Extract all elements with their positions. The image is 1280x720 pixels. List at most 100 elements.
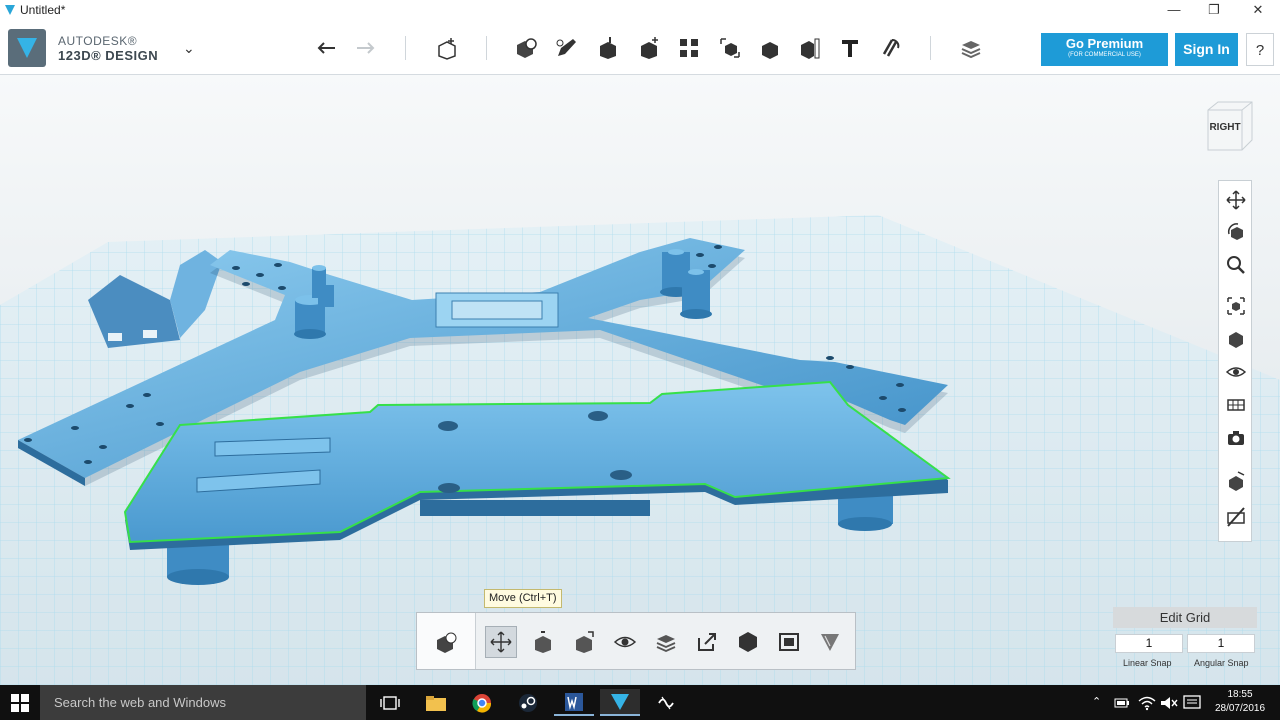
scale-cube-icon [535, 631, 551, 653]
task-view-icon [380, 695, 400, 710]
context-toolbar [416, 612, 856, 670]
perspective-button[interactable] [1225, 328, 1247, 350]
edit-grid-panel: Edit Grid 1 1 Linear Snap Angular Snap [1113, 607, 1257, 673]
clock-date: 28/07/2016 [1214, 703, 1266, 714]
fit-button[interactable] [1225, 295, 1247, 317]
3d-viewport[interactable] [0, 75, 1280, 685]
undo-button[interactable] [310, 32, 342, 64]
app-taskbar-button[interactable] [646, 689, 686, 716]
move-arrows-icon [490, 631, 512, 653]
more-tools-button[interactable] [814, 626, 846, 658]
123d-design-taskbar-button[interactable] [600, 689, 640, 716]
angular-snap-label: Angular Snap [1194, 658, 1249, 668]
brand-company: AUTODESK® [58, 34, 138, 48]
windows-logo-icon [11, 693, 29, 712]
angular-snap-field[interactable]: 1 [1187, 634, 1255, 653]
snap-cube-icon [1229, 471, 1245, 491]
sign-in-button[interactable]: Sign In [1175, 33, 1238, 66]
premium-sublabel: (FOR COMMERCIAL USE) [1068, 52, 1141, 58]
material-grid-icon [1227, 399, 1245, 411]
sketch-button[interactable] [551, 32, 583, 64]
close-button[interactable]: ✕ [1238, 0, 1278, 22]
fit-icon [1227, 297, 1245, 315]
scale-button[interactable] [527, 626, 559, 658]
modify-button[interactable] [633, 32, 665, 64]
go-premium-button[interactable]: Go Premium (FOR COMMERCIAL USE) [1041, 33, 1168, 66]
orbit-icon [1227, 223, 1243, 240]
maximize-button[interactable]: ❐ [1194, 0, 1234, 22]
primitives-button[interactable] [510, 32, 542, 64]
premium-label: Go Premium [1065, 36, 1144, 51]
material-view-button[interactable] [1225, 393, 1247, 415]
text-button[interactable] [834, 32, 866, 64]
word-button[interactable] [554, 689, 594, 716]
battery-icon[interactable] [1114, 696, 1130, 710]
zoom-button[interactable] [1225, 254, 1247, 276]
sketch-pencil-icon [556, 39, 576, 56]
pan-arrows-icon [1226, 190, 1246, 210]
move-button[interactable] [485, 626, 517, 658]
navigation-bar [1218, 180, 1252, 542]
view-cube-face-label: RIGHT [1209, 122, 1241, 133]
primitives-icon [517, 38, 537, 58]
screenshot-button[interactable] [1225, 427, 1247, 449]
taskbar-clock[interactable]: 18:55 28/07/2016 [1210, 688, 1270, 716]
orbit-button[interactable] [1225, 221, 1247, 243]
redo-arrow-icon [357, 42, 375, 54]
123d-design-icon [611, 693, 629, 710]
app-menu-chevron-icon[interactable]: ⌄ [183, 40, 195, 57]
file-explorer-button[interactable] [416, 689, 456, 716]
minimize-button[interactable]: — [1154, 0, 1194, 22]
undo-arrow-icon [317, 42, 335, 54]
chrome-button[interactable] [462, 689, 502, 716]
object-select-button[interactable] [430, 626, 462, 658]
toolbar-divider [930, 36, 931, 60]
help-button[interactable]: ? [1246, 33, 1274, 66]
pattern-icon [680, 39, 698, 57]
steam-button[interactable] [508, 689, 548, 716]
view-cube[interactable]: RIGHT [1204, 100, 1254, 152]
redo-button[interactable] [350, 32, 382, 64]
measure-button[interactable] [794, 32, 826, 64]
materials-layers-icon [961, 41, 981, 59]
title-bar: Untitled* — ❐ ✕ [0, 0, 1280, 22]
construct-button[interactable] [592, 32, 624, 64]
grouping-button[interactable] [714, 32, 746, 64]
snap-view-button[interactable] [1225, 470, 1247, 492]
taskbar-search-box[interactable]: Search the web and Windows [40, 685, 366, 720]
solid-button[interactable] [732, 626, 764, 658]
materials-button[interactable] [955, 32, 987, 64]
hide-grid-button[interactable] [1225, 506, 1247, 528]
solid-hexagon-icon [739, 632, 757, 652]
visibility-button[interactable] [1225, 361, 1247, 383]
toggle-visibility-button[interactable] [609, 626, 641, 658]
start-button[interactable] [0, 689, 40, 716]
app-logo-icon[interactable] [8, 29, 46, 67]
combine-button[interactable] [754, 32, 786, 64]
pan-button[interactable] [1225, 189, 1247, 211]
linear-snap-field[interactable]: 1 [1115, 634, 1183, 653]
smart-scale-button[interactable] [568, 626, 600, 658]
capture-button[interactable] [773, 626, 805, 658]
object-icon [437, 632, 457, 653]
action-center-icon[interactable] [1183, 695, 1201, 711]
wifi-icon[interactable] [1138, 695, 1156, 711]
show-hidden-icons-chevron-icon[interactable]: ⌃ [1092, 695, 1101, 708]
smart-scale-icon [576, 631, 594, 653]
wave-app-icon [658, 696, 674, 709]
eye-icon [613, 636, 637, 648]
material-button[interactable] [650, 626, 682, 658]
add-primitive-button[interactable] [431, 32, 463, 64]
task-view-button[interactable] [370, 689, 410, 716]
toolbar-divider [405, 36, 406, 60]
folder-icon [426, 695, 446, 711]
camera-icon [1228, 431, 1244, 445]
export-button[interactable] [691, 626, 723, 658]
chrome-icon [472, 693, 492, 713]
edit-grid-button[interactable]: Edit Grid [1113, 607, 1257, 628]
pattern-button[interactable] [673, 32, 705, 64]
export-arrow-icon [698, 633, 716, 651]
steam-icon [519, 693, 537, 712]
snap-button[interactable] [874, 32, 906, 64]
speaker-muted-icon[interactable] [1160, 695, 1178, 711]
